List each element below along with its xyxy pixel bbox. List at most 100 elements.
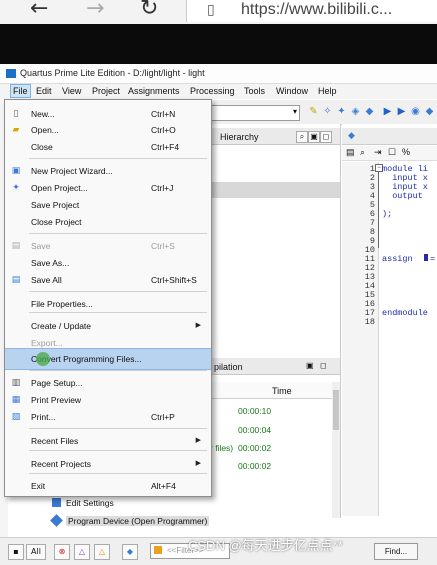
fold-guide bbox=[378, 171, 379, 248]
indent-icon[interactable]: ⇥ bbox=[374, 147, 382, 158]
menu-item-label: Close Project bbox=[31, 217, 82, 227]
menu-item-close[interactable]: Close Ctrl+F4 bbox=[5, 137, 211, 157]
code-line[interactable]: output bbox=[382, 191, 423, 201]
line-number: 18 bbox=[364, 317, 375, 327]
menu-item-file-properties[interactable]: File Properties... bbox=[5, 294, 211, 314]
play-icon[interactable]: ▶ bbox=[382, 106, 393, 117]
menu-separator bbox=[29, 473, 207, 474]
forward-arrow-icon[interactable]: → bbox=[86, 0, 104, 21]
chip-icon[interactable]: ◆ bbox=[364, 106, 375, 117]
hierarchy-tab[interactable]: Hierarchy bbox=[220, 132, 259, 142]
find-button[interactable]: Find... bbox=[374, 543, 418, 560]
menu-item-label: Recent Projects bbox=[31, 459, 91, 469]
menu-item-shortcut: Ctrl+F4 bbox=[151, 142, 180, 152]
settings-icon[interactable]: ✧ bbox=[322, 106, 333, 117]
tasks-header: pilation ▣ ◻ bbox=[210, 358, 340, 375]
save-icon: ▤ bbox=[11, 241, 21, 251]
menu-item-shortcut: Ctrl+Shift+S bbox=[151, 275, 197, 285]
editor-tool-icon[interactable]: ▤ bbox=[346, 147, 355, 158]
menu-item-exit[interactable]: Exit Alt+F4 bbox=[5, 476, 211, 496]
timing-icon[interactable]: ◉ bbox=[410, 106, 421, 117]
pin-planner-icon[interactable]: ◈ bbox=[350, 106, 361, 117]
find-icon[interactable]: ⌕ bbox=[360, 147, 365, 158]
scrollbar-thumb[interactable] bbox=[333, 390, 339, 430]
code-line[interactable]: endmodule bbox=[382, 308, 428, 318]
menu-item-shortcut: Ctrl+O bbox=[151, 125, 176, 135]
browser-toolbar: ← → ↻ ▯ https://www.bilibili.c... bbox=[0, 0, 437, 24]
error-filter-icon[interactable]: ⊗ bbox=[54, 544, 70, 560]
analysis-icon[interactable]: ▶ bbox=[396, 106, 407, 117]
comment-icon[interactable]: % bbox=[402, 147, 410, 157]
compilation-tab[interactable]: pilation bbox=[214, 362, 243, 372]
menu-item-label: New... bbox=[31, 109, 55, 119]
address-bar[interactable]: ▯ https://www.bilibili.c... bbox=[186, 0, 437, 22]
float-icon[interactable]: ◻ bbox=[320, 361, 327, 370]
menu-bar: File Edit View Project Assignments Proce… bbox=[0, 84, 437, 99]
menu-item-recent-files[interactable]: Recent Files ▶ bbox=[5, 431, 211, 451]
print-icon: ▧ bbox=[11, 412, 21, 422]
address-text: https://www.bilibili.c... bbox=[241, 1, 393, 18]
task-row-program-device[interactable]: Program Device (Open Programmer) bbox=[66, 516, 210, 526]
menu-item-label: Save All bbox=[31, 275, 62, 285]
task-time: 00:00:10 bbox=[238, 406, 272, 416]
menu-window[interactable]: Window bbox=[276, 86, 308, 96]
back-arrow-icon[interactable]: ← bbox=[30, 0, 48, 21]
pencil-icon[interactable]: ✎ bbox=[308, 106, 319, 117]
all-messages-button[interactable]: All bbox=[26, 544, 46, 560]
watermark: CSDN @每天进步亿点点** bbox=[188, 538, 343, 553]
time-header-label: Time bbox=[272, 386, 292, 396]
menu-item-print[interactable]: ▧ Print... Ctrl+P bbox=[5, 407, 211, 427]
selected-hierarchy-row[interactable] bbox=[210, 182, 340, 198]
time-column-header: Time bbox=[210, 382, 332, 399]
menu-item-save-all[interactable]: ▤ Save All Ctrl+Shift+S bbox=[5, 270, 211, 290]
code-line[interactable]: ); bbox=[382, 209, 392, 219]
menu-tools[interactable]: Tools bbox=[244, 86, 265, 96]
menu-file[interactable]: File bbox=[10, 84, 31, 98]
menu-project[interactable]: Project bbox=[92, 86, 120, 96]
menu-item-recent-projects[interactable]: Recent Projects ▶ bbox=[5, 454, 211, 474]
wizard-icon: ▣ bbox=[11, 166, 21, 176]
menu-processing[interactable]: Processing bbox=[190, 86, 235, 96]
code-line[interactable]: = bbox=[430, 254, 435, 264]
refresh-icon[interactable]: ↻ bbox=[140, 0, 158, 21]
line-number-gutter: 1 2 3 4 5 6 7 8 9 10 11 12 13 14 15 16 1… bbox=[342, 162, 379, 516]
menu-item-label: Create / Update bbox=[31, 321, 92, 331]
files-fragment: r files) bbox=[210, 443, 234, 453]
menu-item-label: Open Project... bbox=[31, 183, 88, 193]
info-filter-icon[interactable]: ◆ bbox=[122, 544, 138, 560]
text-cursor-marker bbox=[424, 254, 428, 261]
revision-combo[interactable]: ▾ bbox=[210, 105, 300, 121]
menu-item-shortcut: Ctrl+S bbox=[151, 241, 175, 251]
menu-help[interactable]: Help bbox=[318, 86, 337, 96]
open-folder-icon: ▰ bbox=[12, 125, 20, 135]
task-time: 00:00:02 bbox=[238, 443, 272, 453]
menu-item-label: File Properties... bbox=[31, 299, 93, 309]
file-tab-icon[interactable]: ◆ bbox=[348, 130, 355, 141]
menu-item-label: Save As... bbox=[31, 258, 70, 268]
navigator-header: Hierarchy ⌕ ▣ ◻ bbox=[210, 128, 340, 145]
programmer-icon[interactable]: ◆ bbox=[424, 106, 435, 117]
task-row-edit-settings[interactable]: Edit Settings bbox=[66, 498, 114, 508]
message-toggle-icon[interactable]: ▪ bbox=[8, 544, 24, 560]
menu-separator bbox=[29, 233, 207, 234]
assignment-icon[interactable]: ✦ bbox=[336, 106, 347, 117]
code-line[interactable]: assign bbox=[382, 254, 418, 264]
quartus-app-icon bbox=[6, 69, 16, 78]
pin-icon[interactable]: ▣ bbox=[308, 131, 320, 143]
menu-view[interactable]: View bbox=[62, 86, 81, 96]
menu-item-label: Page Setup... bbox=[31, 378, 83, 388]
menu-edit[interactable]: Edit bbox=[36, 86, 52, 96]
bookmark-icon[interactable]: ☐ bbox=[388, 147, 396, 158]
menu-assignments[interactable]: Assignments bbox=[128, 86, 180, 96]
menu-item-label: Recent Files bbox=[31, 436, 79, 446]
menu-item-shortcut: Ctrl+J bbox=[151, 183, 174, 193]
vertical-scrollbar[interactable] bbox=[332, 382, 340, 518]
search-icon[interactable]: ⌕ bbox=[296, 131, 308, 143]
critical-warning-icon[interactable]: △ bbox=[74, 544, 90, 560]
float-icon[interactable]: ◻ bbox=[320, 131, 332, 143]
pin-icon[interactable]: ▣ bbox=[306, 361, 314, 370]
menu-separator bbox=[29, 428, 207, 429]
warning-filter-icon[interactable]: △ bbox=[94, 544, 110, 560]
page-info-icon[interactable]: ▯ bbox=[207, 2, 215, 18]
menu-item-close-project[interactable]: Close Project bbox=[5, 212, 211, 232]
